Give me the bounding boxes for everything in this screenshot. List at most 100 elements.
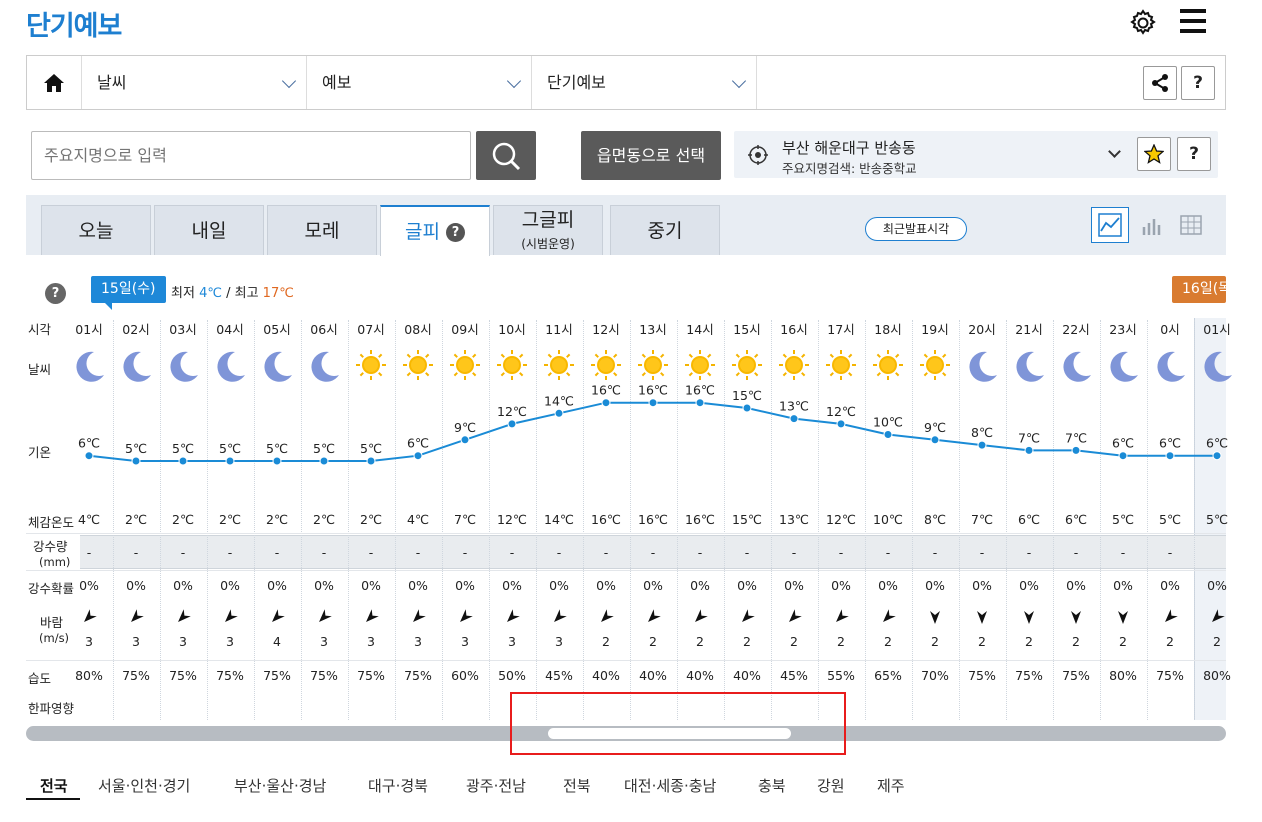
rain-prob: 0% — [925, 578, 945, 593]
sun-icon — [536, 349, 582, 385]
temperature-label: 9℃ — [454, 420, 476, 435]
humidity: 80% — [1109, 668, 1137, 683]
nav-select-short-term[interactable]: 단기예보 — [532, 56, 757, 109]
hour-label: 0시 — [1160, 322, 1180, 337]
rain-prob: 0% — [972, 578, 992, 593]
location-help-button[interactable]: ? — [1177, 137, 1211, 171]
nav-select-forecast[interactable]: 예보 — [307, 56, 532, 109]
rain-amount: - — [603, 545, 609, 560]
sun-icon — [489, 349, 535, 385]
humidity: 40% — [733, 668, 761, 683]
temperature-label: 9℃ — [924, 420, 946, 435]
feel-temp: 2℃ — [172, 512, 194, 527]
moon-icon — [1006, 349, 1052, 385]
min-max-temp: 최저 4℃ / 최고 17℃ — [171, 282, 294, 301]
moon-icon — [66, 349, 112, 385]
row-label-humidity: 습도 — [28, 671, 52, 686]
feel-temp: 15℃ — [732, 512, 762, 527]
temperature-label: 5℃ — [125, 441, 147, 456]
humidity: 75% — [310, 668, 338, 683]
tab-tomorrow[interactable]: 내일 — [154, 205, 264, 255]
wind-arrow-icon — [489, 609, 535, 627]
temperature-label: 7℃ — [1065, 430, 1087, 445]
rain-amount: - — [697, 545, 703, 560]
feel-temp: 4℃ — [78, 512, 100, 527]
search-input[interactable] — [31, 131, 471, 180]
temperature-label: 5℃ — [172, 441, 194, 456]
moon-icon — [1147, 349, 1193, 385]
wind-arrow-icon — [912, 609, 958, 627]
hour-label: 07시 — [357, 322, 385, 337]
tab-today[interactable]: 오늘 — [41, 205, 151, 255]
wind-speed: 2 — [696, 634, 704, 649]
rain-amount: - — [1167, 545, 1173, 560]
region-tab[interactable]: 전북 — [563, 775, 591, 796]
temperature-label: 6℃ — [407, 436, 429, 451]
feel-temp: 16℃ — [685, 512, 715, 527]
temperature-line — [88, 401, 1217, 462]
wind-speed: 3 — [320, 634, 328, 649]
region-tab[interactable]: 제주 — [877, 775, 905, 796]
sun-icon — [348, 349, 394, 385]
day-badge-16: 16일(목 — [1172, 276, 1226, 303]
rain-prob: 0% — [690, 578, 710, 593]
sun-icon — [865, 349, 911, 385]
graph-view-icon[interactable] — [1091, 207, 1129, 243]
temperature-point — [930, 435, 940, 445]
search-button[interactable] — [476, 131, 536, 180]
wind-arrow-icon — [677, 609, 723, 627]
help-button[interactable]: ? — [1181, 66, 1215, 100]
wind-speed: 2 — [837, 634, 845, 649]
wind-arrow-icon — [1194, 609, 1240, 627]
table-view-icon[interactable] — [1172, 207, 1210, 243]
hour-label: 10시 — [498, 322, 526, 337]
temperature-label: 8℃ — [971, 425, 993, 440]
hour-label: 12시 — [592, 322, 620, 337]
region-tab[interactable]: 부산·울산·경남 — [234, 775, 326, 796]
wind-arrow-icon — [301, 609, 347, 627]
moon-icon — [1194, 349, 1240, 385]
wind-speed: 2 — [649, 634, 657, 649]
menu-icon[interactable] — [1180, 9, 1206, 33]
feel-temp: 10℃ — [873, 512, 903, 527]
home-icon[interactable] — [27, 56, 82, 109]
help-icon[interactable]: ? — [445, 223, 465, 242]
moon-icon — [301, 349, 347, 385]
tab-four-days[interactable]: 그글피 (시범운영) — [493, 205, 603, 255]
highlight-box — [510, 692, 846, 755]
tab-three-days[interactable]: 글피? — [380, 205, 490, 256]
settings-gear-icon[interactable] — [1128, 8, 1158, 38]
moon-icon — [1053, 349, 1099, 385]
region-tab[interactable]: 서울·인천·경기 — [98, 775, 190, 796]
tab-mid-term[interactable]: 중기 — [610, 205, 720, 255]
humidity: 60% — [451, 668, 479, 683]
wind-speed: 3 — [461, 634, 469, 649]
feel-temp: 12℃ — [497, 512, 527, 527]
humidity: 45% — [780, 668, 808, 683]
humidity: 75% — [1156, 668, 1184, 683]
wind-speed: 2 — [1025, 634, 1033, 649]
region-tab[interactable]: 광주·전남 — [466, 775, 526, 796]
region-tab[interactable]: 대구·경북 — [368, 775, 428, 796]
region-tab[interactable]: 대전·세종·충남 — [624, 775, 716, 796]
tab-day-after[interactable]: 모레 — [267, 205, 377, 255]
region-select-button[interactable]: 읍면동으로 선택 — [581, 131, 721, 180]
temperature-label: 10℃ — [873, 415, 903, 430]
bar-view-icon[interactable] — [1134, 207, 1172, 243]
chevron-down-icon[interactable] — [1108, 145, 1121, 158]
recent-release-button[interactable]: 최근발표시각 — [865, 217, 967, 241]
location-box[interactable]: 부산 해운대구 반송동 주요지명검색: 반송중학교 ? — [734, 131, 1218, 178]
humidity: 75% — [169, 668, 197, 683]
wind-arrow-icon — [254, 609, 300, 627]
share-button[interactable] — [1143, 66, 1177, 100]
favorite-button[interactable] — [1137, 137, 1171, 171]
help-icon[interactable]: ? — [45, 283, 66, 304]
region-tab[interactable]: 충북 — [758, 775, 786, 796]
temperature-point — [178, 456, 188, 466]
region-tab[interactable]: 강원 — [817, 775, 845, 796]
region-tab[interactable]: 전국 — [40, 775, 68, 796]
temperature-point — [648, 398, 658, 408]
nav-select-weather[interactable]: 날씨 — [82, 56, 307, 109]
sun-icon — [442, 349, 488, 385]
gps-target-icon[interactable] — [748, 145, 768, 165]
